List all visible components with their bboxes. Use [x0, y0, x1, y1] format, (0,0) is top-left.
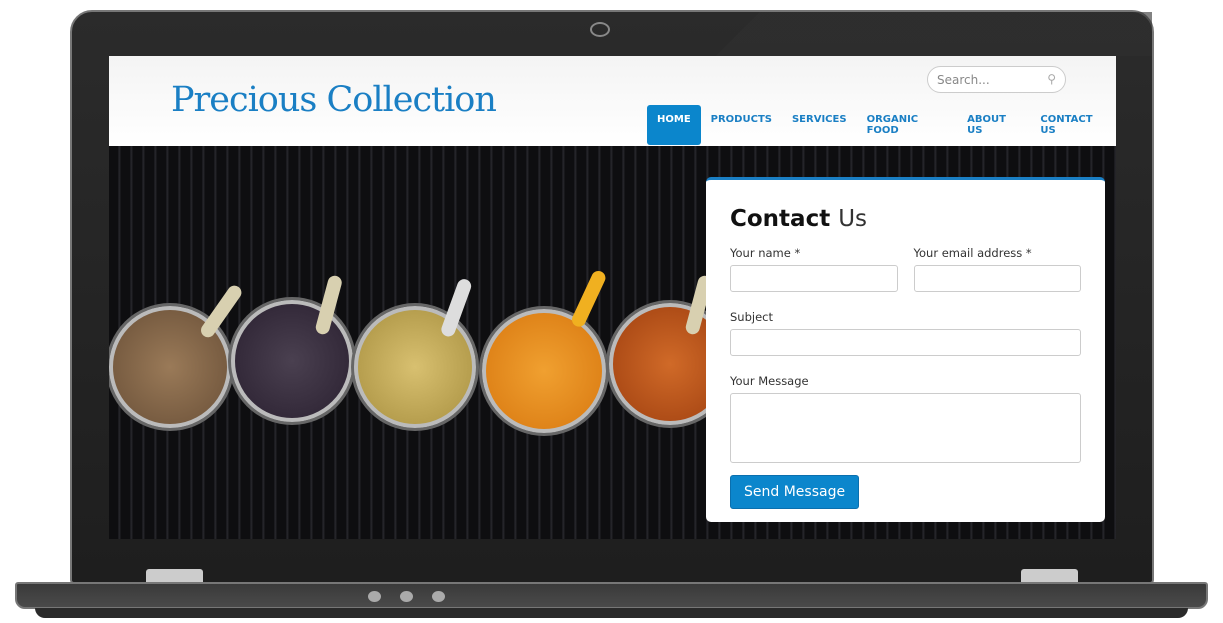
hinge-left [146, 569, 203, 583]
indicator-light [368, 591, 381, 602]
name-label: Your name * [730, 246, 801, 260]
nav-products[interactable]: PRODUCTS [701, 105, 782, 145]
hinge-right [1021, 569, 1078, 583]
subject-input[interactable] [730, 329, 1081, 356]
site-logo[interactable]: Precious Collection [171, 80, 497, 120]
laptop-base [15, 582, 1208, 609]
contact-title-bold: Contact [730, 206, 831, 232]
screen: Precious Collection Search... ⚲ HOME PRO… [109, 56, 1116, 539]
site-header: Precious Collection Search... ⚲ HOME PRO… [109, 56, 1116, 146]
contact-form: Contact Us Your name * Your email addres… [706, 177, 1105, 522]
name-input[interactable] [730, 265, 898, 292]
spice-bowl [231, 300, 353, 422]
message-textarea[interactable] [730, 393, 1081, 463]
spice-bowl [482, 309, 606, 433]
message-label: Your Message [730, 374, 809, 388]
nav-organic-food[interactable]: ORGANIC FOOD [857, 105, 958, 145]
nav-services[interactable]: SERVICES [782, 105, 857, 145]
camera-icon [590, 22, 610, 37]
search-placeholder: Search... [937, 73, 990, 87]
search-icon[interactable]: ⚲ [1047, 72, 1056, 86]
indicator-light [432, 591, 445, 602]
contact-title: Contact Us [730, 206, 1081, 232]
main-nav: HOME PRODUCTS SERVICES ORGANIC FOOD ABOU… [647, 105, 1116, 145]
bezel-gloss [700, 12, 1152, 56]
contact-title-light: Us [838, 206, 868, 232]
nav-contact-us[interactable]: CONTACT US [1030, 105, 1116, 145]
email-input[interactable] [913, 265, 1081, 292]
subject-label: Subject [730, 310, 773, 324]
send-message-button[interactable]: Send Message [730, 475, 860, 509]
email-label: Your email address * [913, 246, 1032, 260]
search-input[interactable]: Search... ⚲ [927, 66, 1066, 93]
spoon [569, 268, 608, 329]
laptop-base-bottom [35, 608, 1188, 618]
nav-home[interactable]: HOME [647, 105, 701, 145]
nav-about-us[interactable]: ABOUT US [957, 105, 1030, 145]
indicator-light [400, 591, 413, 602]
